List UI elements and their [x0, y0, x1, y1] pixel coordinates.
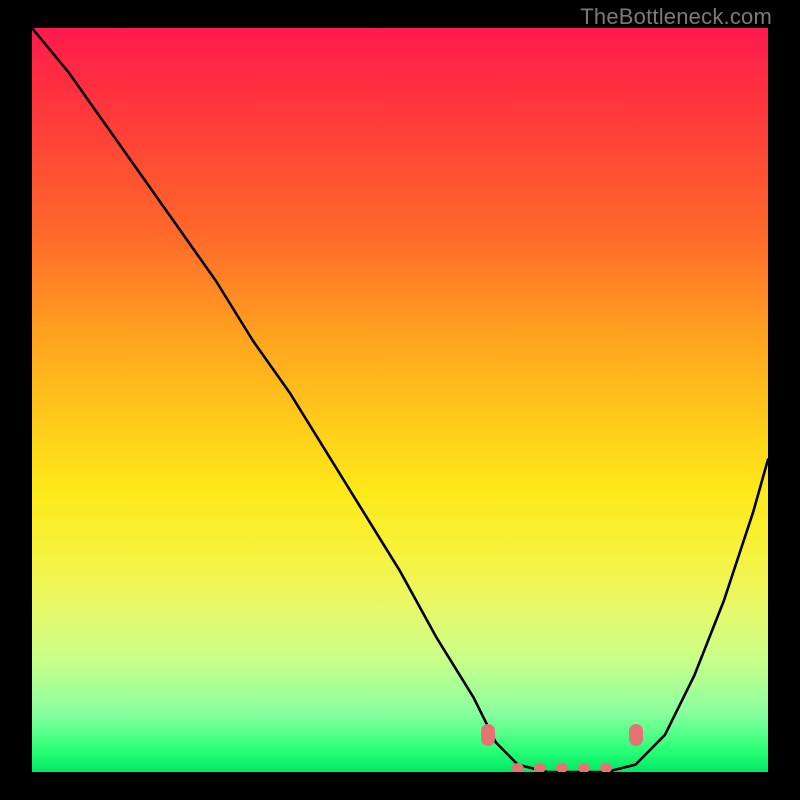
floor-dot	[534, 763, 546, 772]
range-marker-right	[629, 724, 643, 746]
floor-dot	[578, 763, 590, 772]
chart-frame: TheBottleneck.com	[0, 0, 800, 800]
watermark-text: TheBottleneck.com	[580, 4, 772, 30]
floor-dot	[600, 763, 612, 772]
range-marker-left	[481, 724, 495, 746]
plot-area	[32, 28, 768, 772]
floor-dot	[512, 763, 524, 772]
floor-dot	[556, 763, 568, 772]
floor-dots-group	[512, 763, 612, 772]
bottleneck-curve	[32, 28, 768, 772]
curve-layer	[32, 28, 768, 772]
